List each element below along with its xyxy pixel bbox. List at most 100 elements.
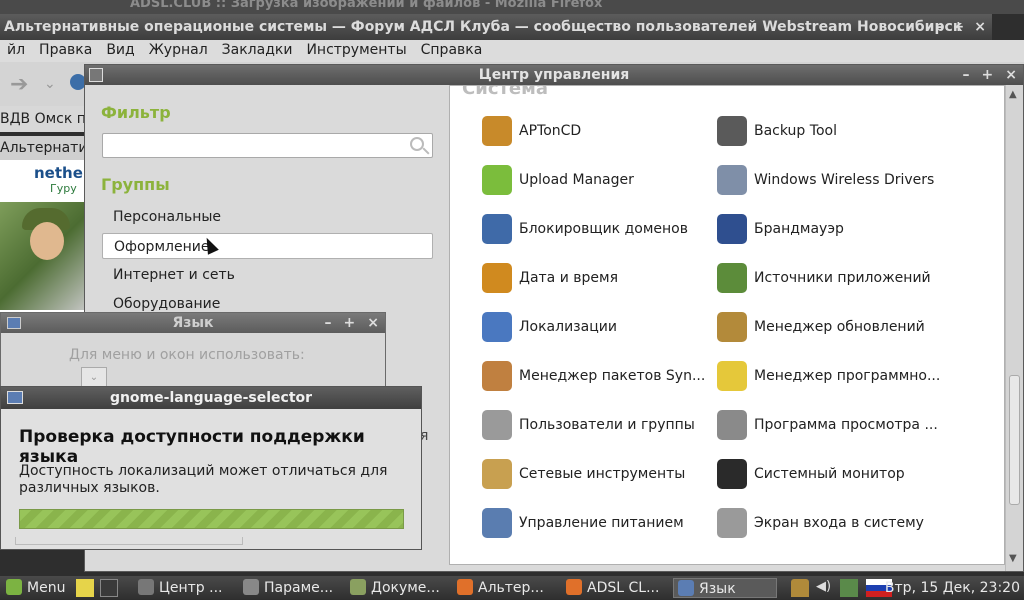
close-button[interactable]: ×	[1005, 65, 1017, 85]
maximize-button[interactable]: +	[953, 14, 965, 40]
document-icon	[350, 579, 366, 595]
terminal-launcher-icon[interactable]	[100, 579, 118, 597]
taskbar: Menu Центр ... Параме... Докуме... Альтер..…	[0, 576, 1024, 600]
update-manager-icon	[717, 312, 747, 342]
minimize-button[interactable]: –	[936, 14, 943, 40]
software-manager-icon	[717, 361, 747, 391]
text-editor-launcher-icon[interactable]	[76, 579, 94, 597]
firefox-titlebar[interactable]: Альтернативные операционые системы — Фор…	[0, 14, 992, 40]
control-center-item-label: Backup Tool	[754, 123, 837, 139]
taskbar-window-label: Докуме...	[371, 580, 440, 596]
close-button[interactable]: ×	[974, 14, 986, 40]
language-selector-title: gnome-language-selector	[109, 390, 313, 406]
taskbar-window-label: ADSL CL...	[587, 580, 660, 596]
taskbar-window-label: Параме...	[264, 580, 334, 596]
dialog-heading: Проверка доступности поддержки языка	[19, 427, 365, 467]
control-center-item-label: Управление питанием	[519, 515, 684, 531]
language-prompt: Для меню и окон использовать:	[69, 347, 305, 363]
taskbar-window-label: Центр ...	[159, 580, 223, 596]
close-button[interactable]: ×	[367, 313, 379, 333]
language-icon	[678, 580, 694, 596]
control-center-window-buttons: – + ×	[963, 65, 1017, 85]
menu-help[interactable]: Справка	[414, 40, 490, 60]
menu-tools[interactable]: Инструменты	[299, 40, 413, 60]
menu-label: Menu	[27, 580, 66, 596]
group-personal[interactable]: Персональные	[102, 204, 433, 230]
firefox-window-buttons: – + ×	[936, 14, 986, 40]
forum-post-author: nethel Гуру	[0, 160, 90, 320]
localization-icon	[482, 312, 512, 342]
firefox-icon	[457, 579, 473, 595]
language-titlebar[interactable]: Язык – + ×	[1, 313, 385, 333]
control-center-titlebar[interactable]: Центр управления – + ×	[85, 65, 1023, 85]
control-center-item-label: Windows Wireless Drivers	[754, 172, 935, 188]
browser-tab[interactable]: Альтернатив	[0, 136, 90, 160]
scroll-down-icon[interactable]: ▼	[1009, 553, 1017, 564]
chevron-down-icon[interactable]: ⌄	[44, 76, 56, 92]
language-dropdown[interactable]: ⌄	[81, 367, 107, 387]
taskbar-window-button[interactable]: Докуме...	[346, 578, 446, 598]
flag-icon	[7, 391, 23, 404]
menu-history[interactable]: Журнал	[142, 40, 215, 60]
minimize-button[interactable]: –	[325, 313, 332, 333]
menu-file[interactable]: йл	[0, 40, 32, 60]
taskbar-window-button[interactable]: Центр ...	[134, 578, 234, 598]
control-center-item-label: Менеджер пакетов Syn...	[519, 368, 706, 384]
firewall-icon	[717, 214, 747, 244]
lock-icon[interactable]	[791, 579, 809, 597]
control-center-item-label: Системный монитор	[754, 466, 905, 482]
users-groups-icon	[482, 410, 512, 440]
log-viewer-icon	[717, 410, 747, 440]
control-center-icon	[138, 579, 154, 595]
post-nickname[interactable]: nethel	[34, 164, 88, 182]
scrollbar[interactable]: ▲ ▼	[1005, 85, 1023, 571]
scroll-up-icon[interactable]: ▲	[1009, 89, 1017, 100]
firefox-background-title-text: ADSL.CLUB :: Загрузка изображений и файл…	[130, 0, 603, 11]
network-icon[interactable]	[840, 579, 858, 597]
group-internet-network[interactable]: Интернет и сеть	[102, 262, 433, 288]
taskbar-window-label: Язык	[699, 581, 736, 597]
volume-icon[interactable]: ◀)	[816, 579, 834, 597]
group-appearance[interactable]: Оформление	[102, 233, 433, 259]
bookmark-item[interactable]: ВДВ Омск п О	[0, 106, 90, 132]
minimize-button[interactable]: –	[963, 65, 970, 85]
software-sources-icon	[717, 263, 747, 293]
taskbar-window-button[interactable]: Параме...	[239, 578, 339, 598]
avatar	[0, 202, 90, 310]
maximize-button[interactable]: +	[982, 65, 994, 85]
filter-search-input[interactable]	[102, 133, 433, 158]
taskbar-window-button[interactable]: Альтер...	[453, 578, 553, 598]
control-center-item-label: Менеджер обновлений	[754, 319, 925, 335]
wireless-drivers-icon	[717, 165, 747, 195]
backup-tool-icon	[717, 116, 747, 146]
menu-view[interactable]: Вид	[99, 40, 141, 60]
forward-icon[interactable]: ➔	[10, 72, 28, 97]
firefox-icon	[566, 579, 582, 595]
menu-edit[interactable]: Правка	[32, 40, 99, 60]
search-icon	[410, 137, 424, 151]
taskbar-window-button[interactable]: ADSL CL...	[562, 578, 666, 598]
clock[interactable]: Втр, 15 Дек, 23:20	[885, 578, 1020, 598]
menu-button[interactable]: Menu	[6, 578, 65, 598]
post-rank: Гуру	[50, 182, 77, 195]
control-center-item-label: Блокировщик доменов	[519, 221, 688, 237]
firefox-menubar: йл Правка Вид Журнал Закладки Инструменты Спра…	[0, 40, 1024, 62]
control-center-item-label: Дата и время	[519, 270, 618, 286]
menu-bookmarks[interactable]: Закладки	[215, 40, 300, 60]
power-management-icon	[482, 508, 512, 538]
control-center-item-label: Менеджер программно...	[754, 368, 941, 384]
scrollbar-thumb[interactable]	[1009, 375, 1020, 505]
mint-logo-icon	[6, 579, 22, 595]
control-center-title: Центр управления	[478, 67, 630, 83]
control-center-item-label: Экран входа в систему	[754, 515, 924, 531]
firefox-background-title: ADSL.CLUB :: Загрузка изображений и файл…	[0, 0, 1024, 14]
language-selector-dialog: gnome-language-selector Проверка доступн…	[0, 386, 422, 550]
taskbar-window-button[interactable]: Язык	[673, 578, 777, 598]
window-menu-icon[interactable]	[89, 68, 103, 82]
language-selector-titlebar[interactable]: gnome-language-selector	[1, 387, 421, 409]
upload-manager-icon	[482, 165, 512, 195]
maximize-button[interactable]: +	[344, 313, 356, 333]
control-center-item-label: Пользователи и группы	[519, 417, 695, 433]
settings-icon	[243, 579, 259, 595]
system-monitor-icon	[717, 459, 747, 489]
